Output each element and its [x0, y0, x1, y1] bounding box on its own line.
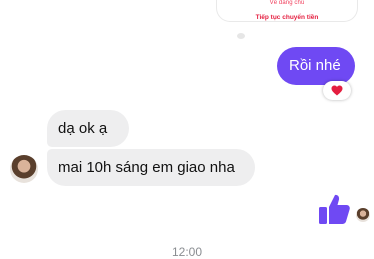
message-reaction[interactable]	[323, 81, 351, 100]
outgoing-message[interactable]: Rồi nhé	[277, 47, 355, 85]
contact-avatar[interactable]	[10, 155, 38, 183]
seen-avatar	[356, 208, 370, 222]
product-card-button[interactable]: Về đáng chú	[242, 0, 332, 6]
continue-transfer-link[interactable]: Tiếp tục chuyển tiền	[216, 14, 358, 21]
seen-indicator	[237, 33, 245, 39]
heart-icon	[331, 85, 343, 96]
incoming-message[interactable]: mai 10h sáng em giao nha	[47, 149, 255, 186]
incoming-message[interactable]: dạ ok ạ	[47, 110, 129, 147]
thumbs-up-icon[interactable]	[316, 191, 352, 227]
